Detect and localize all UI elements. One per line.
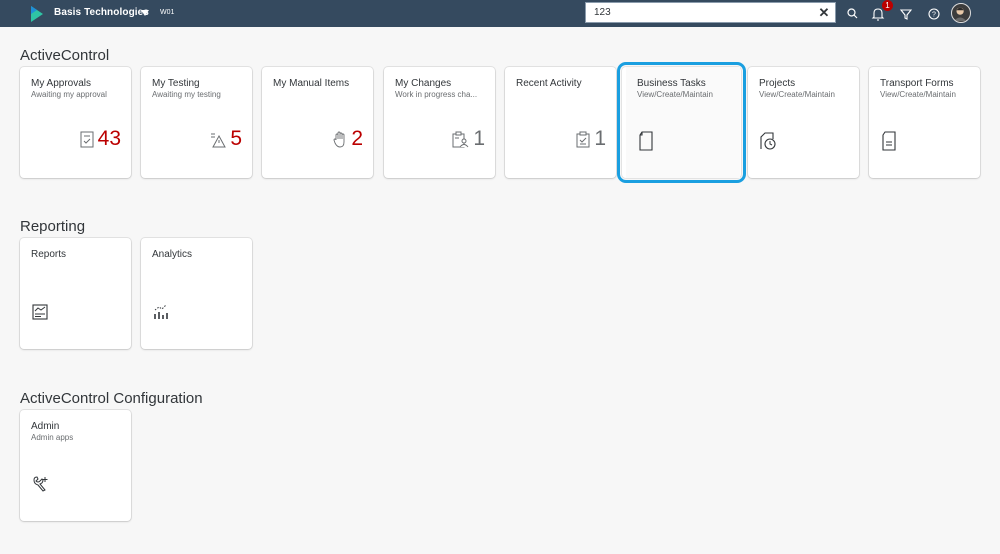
tile-title: My Testing: [152, 78, 200, 89]
section-title-activecontrol: ActiveControl: [20, 47, 110, 64]
tile-subtitle: View/Create/Maintain: [880, 90, 956, 99]
report-icon: [32, 304, 48, 320]
chevron-down-icon[interactable]: [141, 10, 149, 16]
form-icon: [882, 131, 896, 151]
analytics-icon: [154, 304, 168, 319]
clipboard-person-icon: [452, 131, 469, 147]
tile-title: Admin: [31, 421, 60, 432]
tile-title: Transport Forms: [880, 78, 954, 89]
tile-recent-activity[interactable]: Recent Activity 1: [505, 67, 616, 178]
kpi: 43: [80, 127, 121, 151]
kpi: 1: [452, 127, 485, 151]
section-title-reporting: Reporting: [20, 218, 86, 235]
approval-doc-icon: [80, 131, 94, 147]
basis-logo-icon[interactable]: [30, 5, 44, 23]
svg-text:?: ?: [932, 12, 936, 19]
tile-title: Business Tasks: [637, 78, 706, 89]
filter-icon[interactable]: [898, 6, 914, 22]
tile-my-testing[interactable]: My Testing Awaiting my testing 5: [141, 67, 252, 178]
folder-clock-icon: [760, 132, 776, 150]
tile-admin[interactable]: Admin Admin apps: [20, 410, 131, 521]
clear-icon[interactable]: ✕: [817, 6, 831, 20]
tile-title: My Approvals: [31, 78, 92, 89]
search-icon[interactable]: [845, 6, 861, 22]
testing-warning-icon: [211, 133, 227, 147]
tile-my-changes[interactable]: My Changes Work in progress cha... 1: [384, 67, 495, 178]
tile-subtitle: Admin apps: [31, 433, 74, 442]
kpi-value: 2: [351, 127, 363, 150]
kpi-value: 1: [473, 127, 485, 150]
tile-title: My Changes: [395, 78, 452, 89]
tile-projects[interactable]: Projects View/Create/Maintain: [748, 67, 859, 178]
kpi-value: 5: [230, 127, 242, 150]
tile-my-manual-items[interactable]: My Manual Items 2: [262, 67, 373, 178]
section-title-configuration: ActiveControl Configuration: [20, 390, 203, 407]
search-input[interactable]: 123 ✕: [585, 2, 836, 23]
shell-bar: Basis Technologies W01 123 ✕ 1 ?: [0, 0, 1000, 27]
tile-subtitle: View/Create/Maintain: [759, 90, 835, 99]
tile-title: Reports: [31, 249, 67, 260]
document-icon: [639, 131, 653, 151]
tile-title: My Manual Items: [273, 78, 350, 89]
kpi: 5: [210, 127, 242, 151]
kpi: 1: [576, 127, 606, 151]
tile-subtitle: Awaiting my approval: [31, 90, 107, 99]
tile-subtitle: View/Create/Maintain: [637, 90, 713, 99]
kpi-value: 43: [97, 127, 121, 150]
kpi-value: 1: [594, 127, 606, 150]
clipboard-check-icon: [576, 131, 590, 147]
kpi: 2: [333, 127, 363, 151]
tile-analytics[interactable]: Analytics: [141, 238, 252, 349]
avatar[interactable]: [951, 3, 971, 23]
tile-transport-forms[interactable]: Transport Forms View/Create/Maintain: [869, 67, 980, 178]
tile-subtitle: Work in progress cha...: [395, 90, 478, 99]
tile-title: Projects: [759, 78, 796, 89]
tile-subtitle: Awaiting my testing: [152, 90, 221, 99]
help-icon[interactable]: ?: [926, 6, 942, 22]
tile-my-approvals[interactable]: My Approvals Awaiting my approval 43: [20, 67, 131, 178]
notification-badge: 1: [882, 0, 893, 11]
tile-title: Analytics: [152, 249, 193, 260]
user-avatar-icon: [953, 7, 967, 22]
search-value[interactable]: 123: [594, 7, 611, 18]
hand-icon: [333, 131, 345, 147]
admin-tools-icon: [33, 476, 48, 492]
system-id: W01: [160, 9, 175, 16]
tile-title: Recent Activity: [516, 78, 582, 89]
tile-business-tasks[interactable]: Business Tasks View/Create/Maintain: [617, 62, 746, 183]
tile-reports[interactable]: Reports: [20, 238, 131, 349]
brand-title[interactable]: Basis Technologies: [54, 7, 149, 18]
